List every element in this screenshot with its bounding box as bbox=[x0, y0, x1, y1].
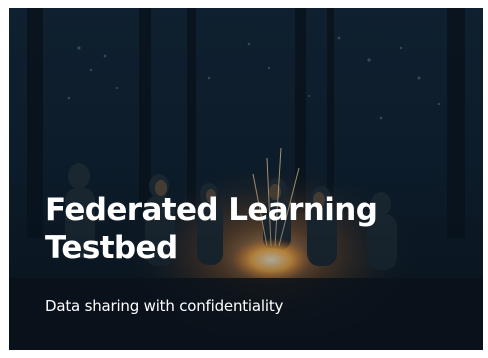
card-title: Federated Learning Testbed bbox=[45, 192, 378, 266]
project-card[interactable]: Federated Learning Testbed Data sharing … bbox=[9, 8, 483, 350]
card-subtitle: Data sharing with confidentiality bbox=[45, 297, 284, 315]
